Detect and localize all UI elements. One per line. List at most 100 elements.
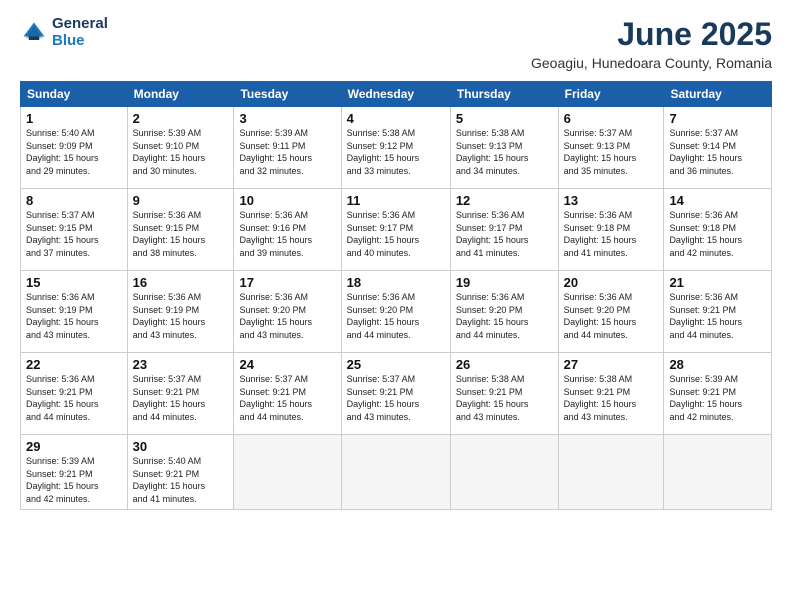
header-cell-monday: Monday [127, 82, 234, 107]
calendar-page: General Blue June 2025 Geoagiu, Hunedoar… [0, 0, 792, 612]
day-info: Sunrise: 5:36 AM Sunset: 9:21 PM Dayligh… [669, 291, 766, 341]
calendar-cell: 10Sunrise: 5:36 AM Sunset: 9:16 PM Dayli… [234, 189, 341, 271]
calendar-cell [664, 435, 772, 510]
calendar-cell: 19Sunrise: 5:36 AM Sunset: 9:20 PM Dayli… [450, 271, 558, 353]
day-info: Sunrise: 5:38 AM Sunset: 9:21 PM Dayligh… [564, 373, 659, 423]
calendar-cell: 3Sunrise: 5:39 AM Sunset: 9:11 PM Daylig… [234, 107, 341, 189]
calendar-cell: 1Sunrise: 5:40 AM Sunset: 9:09 PM Daylig… [21, 107, 128, 189]
day-number: 6 [564, 111, 659, 126]
calendar-week-row: 15Sunrise: 5:36 AM Sunset: 9:19 PM Dayli… [21, 271, 772, 353]
calendar-cell [558, 435, 664, 510]
calendar-cell: 18Sunrise: 5:36 AM Sunset: 9:20 PM Dayli… [341, 271, 450, 353]
day-info: Sunrise: 5:36 AM Sunset: 9:17 PM Dayligh… [347, 209, 445, 259]
calendar-cell: 16Sunrise: 5:36 AM Sunset: 9:19 PM Dayli… [127, 271, 234, 353]
calendar-cell: 20Sunrise: 5:36 AM Sunset: 9:20 PM Dayli… [558, 271, 664, 353]
calendar-cell: 29Sunrise: 5:39 AM Sunset: 9:21 PM Dayli… [21, 435, 128, 510]
calendar-cell: 26Sunrise: 5:38 AM Sunset: 9:21 PM Dayli… [450, 353, 558, 435]
calendar-cell: 28Sunrise: 5:39 AM Sunset: 9:21 PM Dayli… [664, 353, 772, 435]
calendar-cell: 7Sunrise: 5:37 AM Sunset: 9:14 PM Daylig… [664, 107, 772, 189]
day-info: Sunrise: 5:36 AM Sunset: 9:20 PM Dayligh… [564, 291, 659, 341]
day-info: Sunrise: 5:39 AM Sunset: 9:21 PM Dayligh… [669, 373, 766, 423]
calendar-cell: 14Sunrise: 5:36 AM Sunset: 9:18 PM Dayli… [664, 189, 772, 271]
day-number: 7 [669, 111, 766, 126]
day-number: 5 [456, 111, 553, 126]
day-info: Sunrise: 5:37 AM Sunset: 9:21 PM Dayligh… [347, 373, 445, 423]
day-info: Sunrise: 5:36 AM Sunset: 9:19 PM Dayligh… [26, 291, 122, 341]
day-info: Sunrise: 5:37 AM Sunset: 9:13 PM Dayligh… [564, 127, 659, 177]
day-number: 25 [347, 357, 445, 372]
calendar-week-row: 1Sunrise: 5:40 AM Sunset: 9:09 PM Daylig… [21, 107, 772, 189]
calendar-cell: 12Sunrise: 5:36 AM Sunset: 9:17 PM Dayli… [450, 189, 558, 271]
day-number: 29 [26, 439, 122, 454]
day-number: 18 [347, 275, 445, 290]
calendar-week-row: 8Sunrise: 5:37 AM Sunset: 9:15 PM Daylig… [21, 189, 772, 271]
calendar-table: SundayMondayTuesdayWednesdayThursdayFrid… [20, 81, 772, 510]
day-number: 8 [26, 193, 122, 208]
header-area: General Blue June 2025 Geoagiu, Hunedoar… [20, 16, 772, 71]
header-cell-sunday: Sunday [21, 82, 128, 107]
day-number: 22 [26, 357, 122, 372]
logo-icon [20, 19, 48, 47]
day-number: 12 [456, 193, 553, 208]
calendar-cell: 8Sunrise: 5:37 AM Sunset: 9:15 PM Daylig… [21, 189, 128, 271]
day-number: 23 [133, 357, 229, 372]
day-info: Sunrise: 5:39 AM Sunset: 9:10 PM Dayligh… [133, 127, 229, 177]
calendar-cell: 25Sunrise: 5:37 AM Sunset: 9:21 PM Dayli… [341, 353, 450, 435]
day-info: Sunrise: 5:36 AM Sunset: 9:20 PM Dayligh… [347, 291, 445, 341]
day-info: Sunrise: 5:36 AM Sunset: 9:21 PM Dayligh… [26, 373, 122, 423]
title-area: June 2025 Geoagiu, Hunedoara County, Rom… [531, 16, 772, 71]
calendar-cell: 11Sunrise: 5:36 AM Sunset: 9:17 PM Dayli… [341, 189, 450, 271]
logo: General Blue [20, 16, 108, 49]
day-number: 14 [669, 193, 766, 208]
calendar-body: 1Sunrise: 5:40 AM Sunset: 9:09 PM Daylig… [21, 107, 772, 510]
day-info: Sunrise: 5:36 AM Sunset: 9:18 PM Dayligh… [669, 209, 766, 259]
day-number: 11 [347, 193, 445, 208]
day-number: 10 [239, 193, 335, 208]
month-title: June 2025 [531, 16, 772, 53]
day-number: 26 [456, 357, 553, 372]
calendar-cell: 5Sunrise: 5:38 AM Sunset: 9:13 PM Daylig… [450, 107, 558, 189]
calendar-cell [341, 435, 450, 510]
day-info: Sunrise: 5:37 AM Sunset: 9:21 PM Dayligh… [133, 373, 229, 423]
day-info: Sunrise: 5:40 AM Sunset: 9:21 PM Dayligh… [133, 455, 229, 505]
day-info: Sunrise: 5:39 AM Sunset: 9:11 PM Dayligh… [239, 127, 335, 177]
calendar-cell: 13Sunrise: 5:36 AM Sunset: 9:18 PM Dayli… [558, 189, 664, 271]
header-cell-tuesday: Tuesday [234, 82, 341, 107]
day-number: 1 [26, 111, 122, 126]
calendar-week-row: 29Sunrise: 5:39 AM Sunset: 9:21 PM Dayli… [21, 435, 772, 510]
day-info: Sunrise: 5:36 AM Sunset: 9:15 PM Dayligh… [133, 209, 229, 259]
calendar-cell: 2Sunrise: 5:39 AM Sunset: 9:10 PM Daylig… [127, 107, 234, 189]
calendar-cell [450, 435, 558, 510]
calendar-cell: 21Sunrise: 5:36 AM Sunset: 9:21 PM Dayli… [664, 271, 772, 353]
header-cell-wednesday: Wednesday [341, 82, 450, 107]
header-row: SundayMondayTuesdayWednesdayThursdayFrid… [21, 82, 772, 107]
day-number: 2 [133, 111, 229, 126]
day-info: Sunrise: 5:36 AM Sunset: 9:20 PM Dayligh… [456, 291, 553, 341]
day-info: Sunrise: 5:37 AM Sunset: 9:15 PM Dayligh… [26, 209, 122, 259]
day-info: Sunrise: 5:39 AM Sunset: 9:21 PM Dayligh… [26, 455, 122, 505]
day-info: Sunrise: 5:36 AM Sunset: 9:19 PM Dayligh… [133, 291, 229, 341]
day-number: 9 [133, 193, 229, 208]
day-number: 19 [456, 275, 553, 290]
day-number: 15 [26, 275, 122, 290]
calendar-cell: 15Sunrise: 5:36 AM Sunset: 9:19 PM Dayli… [21, 271, 128, 353]
day-info: Sunrise: 5:37 AM Sunset: 9:21 PM Dayligh… [239, 373, 335, 423]
day-info: Sunrise: 5:40 AM Sunset: 9:09 PM Dayligh… [26, 127, 122, 177]
calendar-cell: 24Sunrise: 5:37 AM Sunset: 9:21 PM Dayli… [234, 353, 341, 435]
location-title: Geoagiu, Hunedoara County, Romania [531, 55, 772, 71]
day-number: 17 [239, 275, 335, 290]
day-number: 27 [564, 357, 659, 372]
calendar-week-row: 22Sunrise: 5:36 AM Sunset: 9:21 PM Dayli… [21, 353, 772, 435]
day-number: 21 [669, 275, 766, 290]
day-info: Sunrise: 5:36 AM Sunset: 9:17 PM Dayligh… [456, 209, 553, 259]
calendar-cell: 4Sunrise: 5:38 AM Sunset: 9:12 PM Daylig… [341, 107, 450, 189]
calendar-header: SundayMondayTuesdayWednesdayThursdayFrid… [21, 82, 772, 107]
calendar-cell: 9Sunrise: 5:36 AM Sunset: 9:15 PM Daylig… [127, 189, 234, 271]
calendar-cell: 23Sunrise: 5:37 AM Sunset: 9:21 PM Dayli… [127, 353, 234, 435]
calendar-cell: 27Sunrise: 5:38 AM Sunset: 9:21 PM Dayli… [558, 353, 664, 435]
day-number: 30 [133, 439, 229, 454]
calendar-cell [234, 435, 341, 510]
day-number: 24 [239, 357, 335, 372]
day-info: Sunrise: 5:38 AM Sunset: 9:12 PM Dayligh… [347, 127, 445, 177]
header-cell-friday: Friday [558, 82, 664, 107]
